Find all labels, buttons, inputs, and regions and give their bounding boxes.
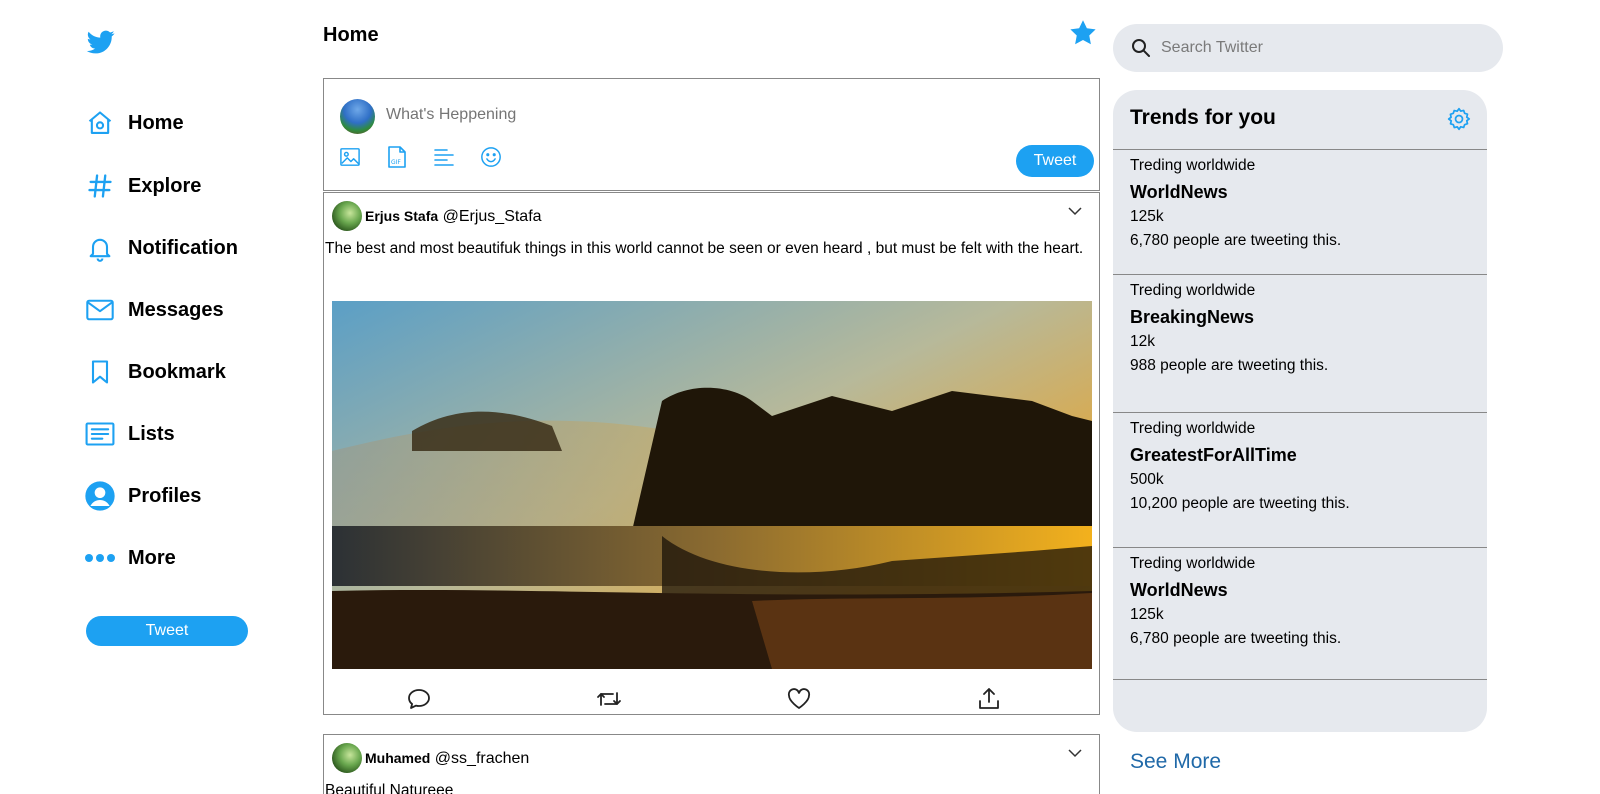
trend-label: Treding worldwide — [1130, 420, 1256, 437]
search-icon — [1131, 37, 1153, 59]
image-icon[interactable] — [338, 145, 362, 169]
trend-item[interactable]: Treding worldwide WorldNews 125k 6,780 p… — [1113, 547, 1487, 684]
tweet-card: Muhamed @ss_frachen Beautiful Natureee — [323, 734, 1100, 794]
trend-item[interactable]: Treding worldwide BreakingNews 12k 988 p… — [1113, 274, 1487, 411]
trend-count: 125k — [1130, 606, 1164, 623]
tweet-author-name[interactable]: Erjus Stafa — [365, 208, 438, 224]
trend-people: 988 people are tweeting this. — [1130, 357, 1329, 374]
tweet-header: Erjus Stafa @Erjus_Stafa — [365, 208, 542, 226]
sidebar-item-home[interactable]: Home — [84, 103, 184, 143]
trend-tag: BreakingNews — [1130, 307, 1255, 327]
bell-icon — [84, 232, 116, 264]
sidebar: Home Explore Notification Messages Bookm… — [0, 0, 300, 793]
bookmark-icon — [84, 356, 116, 388]
tweet-author-name[interactable]: Muhamed — [365, 750, 430, 766]
search-bar — [1113, 24, 1503, 72]
sidebar-item-label: More — [128, 546, 176, 569]
sidebar-item-lists[interactable]: Lists — [84, 414, 175, 454]
tweet-text: The best and most beautifuk things in th… — [325, 240, 1084, 257]
trend-count: 500k — [1130, 471, 1164, 488]
retweet-icon[interactable] — [596, 686, 622, 712]
tweet-author-handle[interactable]: @Erjus_Stafa — [443, 208, 542, 225]
trend-label: Treding worldwide — [1130, 157, 1256, 174]
trend-item[interactable]: Treding worldwide GreatestForAllTime 500… — [1113, 412, 1487, 549]
list-icon — [84, 418, 116, 450]
tweet-card: Erjus Stafa @Erjus_Stafa The best and mo… — [323, 192, 1100, 715]
user-icon — [84, 480, 116, 512]
envelope-icon — [84, 294, 116, 326]
sidebar-item-profiles[interactable]: Profiles — [84, 476, 201, 516]
trend-people: 10,200 people are tweeting this. — [1130, 495, 1350, 512]
sidebar-item-label: Lists — [128, 422, 175, 445]
avatar[interactable] — [332, 201, 362, 231]
trend-tag: WorldNews — [1130, 580, 1228, 600]
share-icon[interactable] — [976, 686, 1002, 712]
avatar — [340, 99, 375, 134]
sidebar-item-bookmark[interactable]: Bookmark — [84, 352, 226, 392]
compose-input[interactable] — [384, 101, 988, 129]
sidebar-item-label: Home — [128, 111, 184, 134]
gear-icon[interactable] — [1446, 106, 1472, 137]
gif-icon[interactable]: GIF — [385, 145, 409, 169]
trend-count: 125k — [1130, 208, 1164, 225]
see-more-link[interactable]: See More — [1130, 750, 1221, 774]
sidebar-item-explore[interactable]: Explore — [84, 166, 201, 206]
sidebar-item-notification[interactable]: Notification — [84, 228, 238, 268]
hashtag-icon — [84, 170, 116, 202]
chevron-down-icon[interactable] — [1067, 203, 1083, 221]
more-dots-icon — [84, 542, 116, 574]
svg-text:GIF: GIF — [391, 159, 401, 166]
trends-title: Trends for you — [1130, 106, 1276, 129]
chevron-down-icon[interactable] — [1067, 745, 1083, 763]
tweet-image[interactable] — [332, 301, 1092, 669]
page-title: Home — [323, 24, 379, 46]
star-icon[interactable] — [1068, 18, 1098, 53]
divider — [1113, 679, 1487, 680]
twitter-bird-icon[interactable] — [86, 28, 120, 62]
trend-label: Treding worldwide — [1130, 282, 1256, 299]
sidebar-item-label: Profiles — [128, 484, 202, 507]
sidebar-item-more[interactable]: More — [84, 538, 176, 578]
trend-item[interactable]: Treding worldwide WorldNews 125k 6,780 p… — [1113, 149, 1487, 286]
emoji-icon[interactable] — [479, 145, 503, 169]
poll-icon[interactable] — [432, 145, 456, 169]
trends-panel: Trends for you Treding worldwide WorldNe… — [1113, 90, 1487, 732]
sidebar-item-label: Notification — [128, 236, 238, 259]
sidebar-item-label: Bookmark — [128, 360, 226, 383]
sidebar-item-label: Messages — [128, 298, 224, 321]
tweet-composer: GIF Tweet — [323, 78, 1100, 191]
tweet-text: Beautiful Natureee — [325, 782, 454, 794]
tweet-author-handle[interactable]: @ss_frachen — [435, 750, 530, 767]
reply-icon[interactable] — [406, 686, 432, 712]
trend-tag: WorldNews — [1130, 182, 1228, 202]
trend-count: 12k — [1130, 333, 1155, 350]
trend-label: Treding worldwide — [1130, 555, 1256, 572]
home-icon — [84, 107, 116, 139]
tweet-header: Muhamed @ss_frachen — [365, 750, 529, 768]
sidebar-item-messages[interactable]: Messages — [84, 290, 224, 330]
trend-people: 6,780 people are tweeting this. — [1130, 232, 1342, 249]
trend-people: 6,780 people are tweeting this. — [1130, 630, 1342, 647]
sidebar-tweet-button[interactable]: Tweet — [86, 616, 248, 646]
search-input[interactable] — [1159, 38, 1483, 58]
avatar[interactable] — [332, 743, 362, 773]
trend-tag: GreatestForAllTime — [1130, 445, 1297, 465]
compose-tweet-button[interactable]: Tweet — [1016, 145, 1094, 177]
like-icon[interactable] — [786, 686, 812, 712]
sidebar-item-label: Explore — [128, 174, 202, 197]
